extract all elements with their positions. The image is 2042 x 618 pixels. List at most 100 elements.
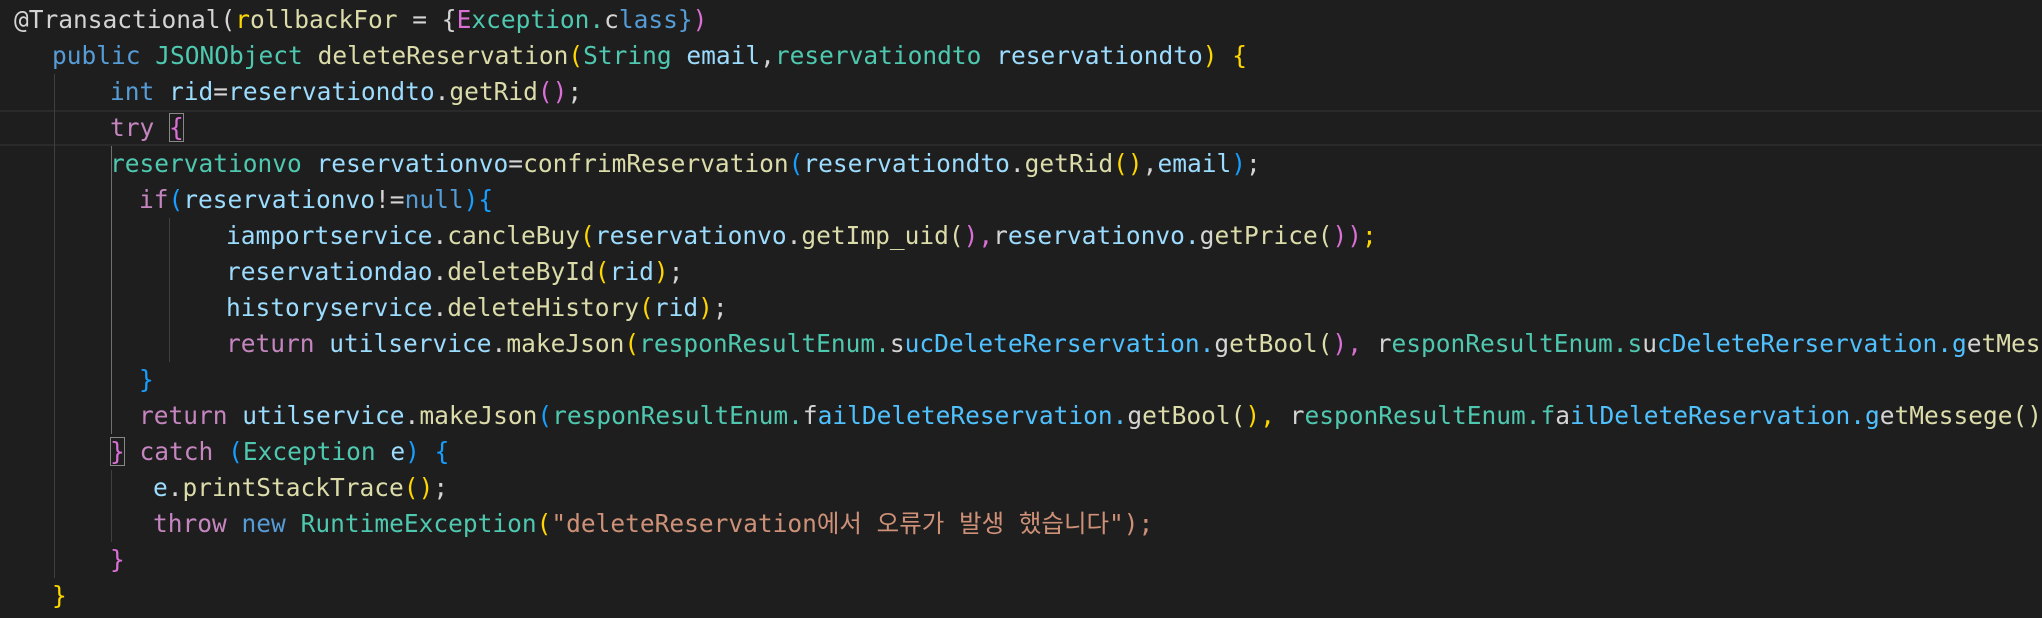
code-token: ( [537, 77, 553, 106]
code-token: tMessege [1981, 329, 2042, 358]
code-token: etBool( [1229, 329, 1333, 358]
code-token: reservationvo [594, 221, 787, 250]
code-token: deleteReservation [317, 41, 569, 70]
code-token: rid [609, 257, 654, 286]
code-token: ; [1245, 149, 1261, 178]
code-token: responResultEnum. [552, 401, 803, 430]
code-token: historyservice [226, 293, 433, 322]
code-token: . [1009, 149, 1025, 178]
code-token: rid [653, 293, 699, 322]
code-token: g [1214, 329, 1230, 358]
code-token: ( [536, 509, 552, 538]
code-line-16[interactable]: } [0, 542, 125, 578]
code-token: utilservice [329, 329, 492, 358]
code-token: String [583, 41, 672, 70]
code-token: r [1361, 329, 1392, 358]
code-line-17[interactable]: } [0, 578, 67, 614]
code-token: ) [692, 5, 708, 34]
code-token: responResultEnum. [639, 329, 890, 358]
code-token: g [1127, 401, 1143, 430]
code-token: email [686, 41, 761, 70]
code-token: @Transactional( [14, 5, 236, 34]
code-token: iamportservice [226, 221, 433, 250]
code-line-10[interactable]: return utilservice.makeJson(responResult… [0, 326, 2042, 362]
code-token: } [110, 545, 125, 574]
code-token: . [167, 473, 183, 502]
code-token: ; [712, 293, 728, 322]
code-token: { [478, 185, 494, 214]
code-line-15[interactable]: throw new RuntimeException("deleteReserv… [0, 506, 1153, 542]
code-token: ; [668, 257, 684, 286]
code-line-8[interactable]: reservationdao.deleteById(rid); [0, 254, 683, 290]
code-token: ( [1113, 149, 1128, 178]
code-token: ) [1245, 401, 1261, 430]
code-token: rid [169, 77, 214, 106]
code-token: . [432, 257, 448, 286]
code-token: ) [1202, 41, 1218, 70]
code-token: reservationvo [316, 149, 509, 178]
code-token: etPrice( [1214, 221, 1333, 250]
code-token: e [1879, 401, 1895, 430]
code-token: getRid [1024, 149, 1114, 178]
code-token: ) [463, 185, 479, 214]
code-editor[interactable]: @Transactional(rollbackFor = {Exception.… [0, 0, 2042, 618]
code-token: ) [963, 221, 979, 250]
code-token: ollbackFor [250, 5, 413, 34]
code-line-11[interactable]: } [0, 362, 154, 398]
code-line-14[interactable]: e.printStackTrace(); [0, 470, 448, 506]
code-token: utilservice [242, 401, 405, 430]
code-token: ; [433, 473, 449, 502]
code-token: cancleBuy [447, 221, 581, 250]
code-token: } [110, 437, 125, 466]
code-token: != [375, 185, 405, 214]
code-token: confrimReservation [523, 149, 789, 178]
code-token: ( [568, 41, 584, 70]
code-token: . [432, 293, 448, 322]
code-line-5[interactable]: reservationvo reservationvo=confrimReser… [0, 146, 1261, 182]
code-token: { [1232, 41, 1247, 70]
code-token: . [491, 329, 507, 358]
code-token: a [1555, 401, 1570, 430]
code-line-6[interactable]: if(reservationvo!=null){ [0, 182, 493, 218]
code-line-2[interactable]: public JSONObject deleteReservation(Stri… [0, 38, 1247, 74]
code-line-7[interactable]: iamportservice.cancleBuy(reservationvo.g… [0, 218, 1377, 254]
code-line-1[interactable]: @Transactional(rollbackFor = {Exception.… [0, 2, 707, 38]
code-token: r [1274, 401, 1305, 430]
code-token: getRid [449, 77, 538, 106]
code-token: ) [1332, 329, 1348, 358]
code-line-4[interactable]: try { [0, 110, 184, 146]
code-token: tMessege() [1894, 401, 2042, 430]
code-token: . [786, 221, 802, 250]
code-token: reservationvo [183, 185, 376, 214]
code-line-9[interactable]: historyservice.deleteHistory(rid); [0, 290, 728, 326]
code-token: r [993, 221, 1008, 250]
code-line-3[interactable]: int rid=reservationdto.getRid(); [0, 74, 582, 110]
code-token: ( [594, 257, 610, 286]
code-line-12[interactable]: return utilservice.makeJson(responResult… [0, 398, 2042, 434]
code-line-13[interactable]: } catch (Exception e) { [0, 434, 449, 470]
code-token: ( [168, 185, 184, 214]
code-token: etBool( [1142, 401, 1246, 430]
code-token: e [1966, 329, 1982, 358]
code-token: int [110, 77, 155, 106]
code-token: . [434, 77, 450, 106]
code-token: ( [403, 473, 419, 502]
code-token: new [241, 509, 286, 538]
code-token: public [52, 41, 141, 70]
code-token: , [760, 41, 775, 70]
code-token: ; [567, 77, 583, 106]
code-token: cDeleteRerservation.g [1657, 329, 1967, 358]
code-token: RuntimeException [300, 509, 537, 538]
code-token: . [432, 221, 448, 250]
current-line-highlight [0, 110, 2042, 146]
code-token: e [153, 473, 168, 502]
code-token: { [169, 113, 184, 142]
code-token: ) [1347, 221, 1362, 250]
